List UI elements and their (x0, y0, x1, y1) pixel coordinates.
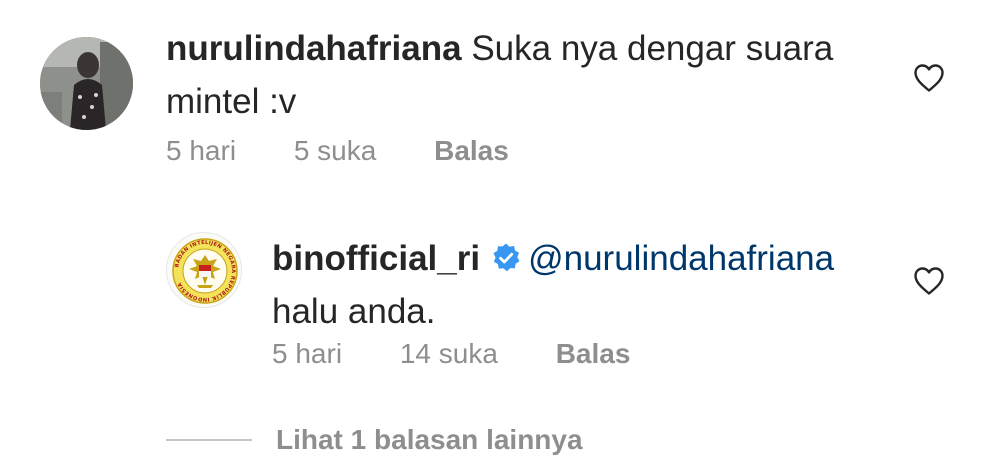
view-more-replies-label[interactable]: Lihat 1 balasan lainnya (276, 424, 583, 456)
comment-item: nurulindahafriana Suka nya dengar suara … (0, 0, 1000, 190)
agency-avatar[interactable]: BADAN INTELIJEN NEGARA REPUBLIK INDONESI… (166, 232, 242, 308)
reply-text: halu anda. (272, 292, 436, 331)
heart-outline-icon[interactable] (913, 63, 945, 93)
user-photo-avatar-icon (40, 37, 133, 130)
comment-username[interactable]: nurulindahafriana (166, 29, 462, 68)
heart-outline-icon[interactable] (913, 266, 945, 296)
reply-body: binofficial_ri @nurulindahafriana halu a… (272, 232, 892, 338)
reply-likes-count[interactable]: 14 suka (400, 338, 498, 370)
reply-button[interactable]: Balas (434, 135, 509, 167)
comment-meta: 5 hari 5 suka Balas (166, 135, 559, 167)
user-avatar[interactable] (40, 37, 133, 130)
comment-time: 5 hari (166, 135, 237, 166)
view-more-replies[interactable]: Lihat 1 balasan lainnya (166, 422, 583, 458)
reply-username[interactable]: binofficial_ri (272, 239, 480, 278)
comment-body: nurulindahafriana Suka nya dengar suara … (166, 22, 866, 128)
reply-button[interactable]: Balas (556, 338, 631, 370)
comment-likes-count[interactable]: 5 suka (294, 135, 377, 167)
reply-time: 5 hari (272, 338, 343, 369)
agency-emblem-avatar-icon: BADAN INTELIJEN NEGARA REPUBLIK INDONESI… (168, 234, 241, 307)
reply-meta: 5 hari 14 suka Balas (272, 338, 680, 370)
verified-badge-icon (490, 236, 522, 272)
reply-mention-link[interactable]: @nurulindahafriana (528, 239, 834, 278)
reply-comment-item: BADAN INTELIJEN NEGARA REPUBLIK INDONESI… (0, 190, 1000, 390)
replies-divider-line (166, 439, 252, 441)
